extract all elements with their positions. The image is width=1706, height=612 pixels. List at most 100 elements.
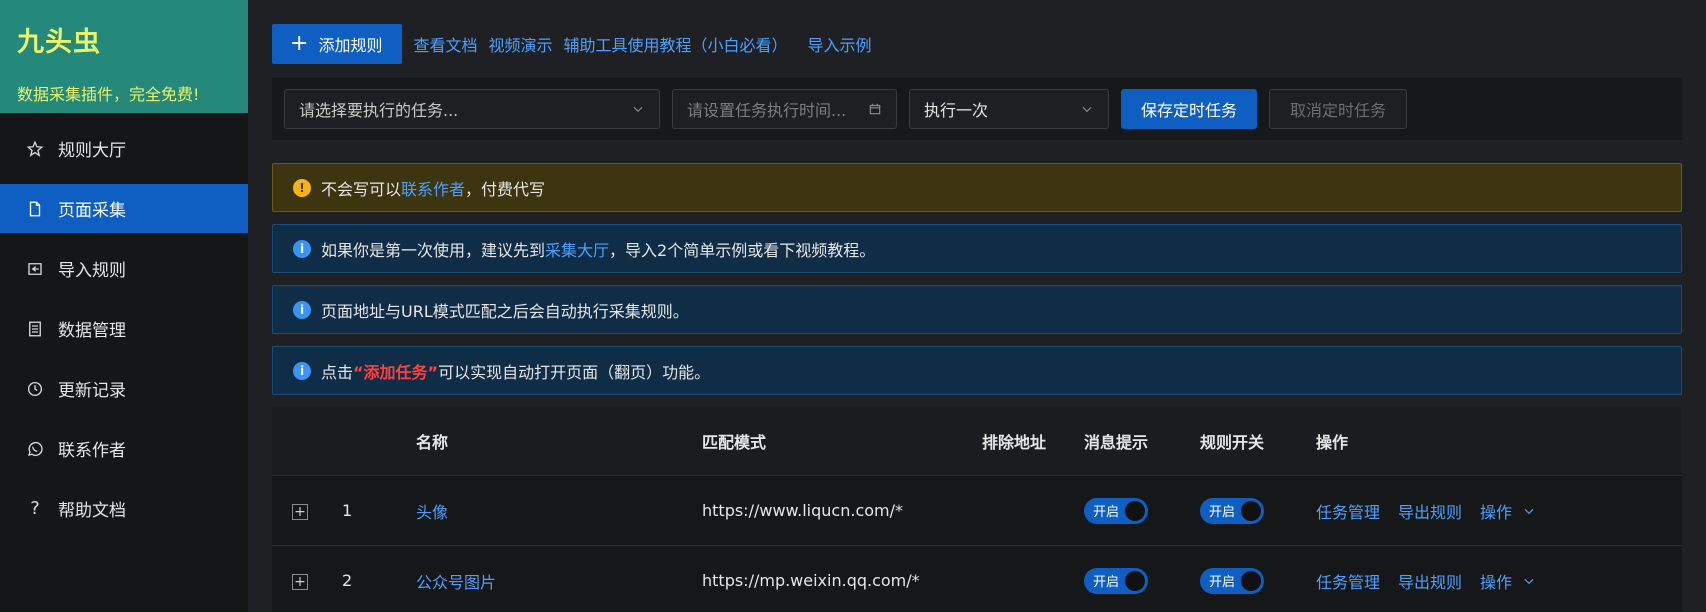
row-index: 2 — [342, 571, 353, 590]
export-rule-link[interactable]: 导出规则 — [1398, 499, 1462, 523]
frequency-value: 执行一次 — [924, 101, 989, 120]
notify-toggle[interactable]: 开启 — [1084, 497, 1148, 524]
frequency-select[interactable]: 执行一次 — [909, 89, 1109, 129]
export-rule-link[interactable]: 导出规则 — [1398, 569, 1462, 593]
alert-text-post: ，导入2个简单示例或看下视频教程。 — [609, 240, 876, 260]
brand-subtitle: 数据采集插件，完全免费! — [17, 85, 200, 104]
rule-name-link[interactable]: 头像 — [416, 503, 448, 522]
warning-alert: ! 不会写可以 联系作者 ，付费代写 — [272, 163, 1682, 212]
table-row: + 2 公众号图片 https://mp.weixin.qq.com/* 开启 … — [272, 546, 1682, 612]
whatsapp-icon — [26, 440, 44, 458]
video-demo-link[interactable]: 视频演示 — [488, 32, 552, 56]
info-icon: i — [293, 361, 311, 380]
import-icon — [26, 260, 44, 278]
alert-text-pre: 如果你是第一次使用，建议先到 — [321, 240, 546, 260]
header-notify: 消息提示 — [1084, 433, 1149, 452]
alert-text-pre: 不会写可以 — [321, 179, 402, 199]
add-rule-label: 添加规则 — [318, 36, 383, 55]
sidebar-item-import-rules[interactable]: 导入规则 — [0, 244, 248, 293]
table-row: + 1 头像 https://www.liqucn.com/* 开启 开启 任务… — [272, 476, 1682, 546]
save-schedule-button[interactable]: 保存定时任务 — [1121, 89, 1258, 129]
time-picker-placeholder: 请设置任务执行时间... — [687, 101, 847, 120]
toggle-label: 开启 — [1209, 575, 1236, 590]
chevron-down-icon — [1524, 578, 1534, 584]
sidebar-item-update-log[interactable]: 更新记录 — [0, 364, 248, 413]
info-icon: i — [293, 239, 311, 258]
info-alert-add-task: i 点击 “添加任务” 可以实现自动打开页面（翻页）功能。 — [272, 346, 1682, 395]
toggle-label: 开启 — [1209, 505, 1236, 520]
header-pattern: 匹配模式 — [702, 433, 767, 452]
sidebar-item-rule-hall[interactable]: 规则大厅 — [0, 124, 248, 173]
toggle-label: 开启 — [1093, 575, 1120, 590]
collect-hall-link[interactable]: 采集大厅 — [545, 237, 609, 261]
more-ops-dropdown[interactable]: 操作 — [1480, 499, 1536, 523]
warning-icon: ! — [293, 178, 311, 197]
schedule-bar: 请选择要执行的任务... 请设置任务执行时间... 执行一次 保存定时任务 取消… — [272, 78, 1682, 140]
sidebar-item-label: 页面采集 — [58, 201, 126, 221]
more-ops-label: 操作 — [1480, 572, 1513, 592]
chevron-down-icon — [1082, 106, 1092, 113]
brand-title: 九头虫 — [17, 27, 101, 58]
contact-author-link[interactable]: 联系作者 — [401, 176, 465, 200]
sidebar-item-label: 更新记录 — [58, 381, 126, 401]
brand-header: 九头虫 数据采集插件，完全免费! — [0, 0, 248, 113]
chevron-down-icon — [633, 106, 643, 113]
sidebar-item-contact-author[interactable]: 联系作者 — [0, 424, 248, 473]
database-icon — [26, 320, 44, 338]
sidebar-item-data-manage[interactable]: 数据管理 — [0, 304, 248, 353]
table-header: 名称 匹配模式 排除地址 消息提示 规则开关 操作 — [272, 407, 1682, 476]
header-exclude: 排除地址 — [982, 433, 1047, 452]
sidebar-item-label: 数据管理 — [58, 321, 126, 341]
more-ops-label: 操作 — [1480, 502, 1513, 522]
row-pattern: https://www.liqucn.com/* — [702, 501, 903, 520]
view-docs-link[interactable]: 查看文档 — [413, 32, 477, 56]
sidebar-item-label: 导入规则 — [58, 261, 126, 281]
chevron-down-icon — [1524, 508, 1534, 514]
notify-toggle[interactable]: 开启 — [1084, 567, 1148, 594]
cancel-schedule-button[interactable]: 取消定时任务 — [1269, 89, 1408, 129]
header-name: 名称 — [416, 433, 449, 452]
document-icon — [26, 200, 44, 218]
toolbar: + 添加规则 查看文档 视频演示 辅助工具使用教程（小白必看） 导入示例 — [272, 24, 1682, 64]
task-manage-link[interactable]: 任务管理 — [1316, 569, 1380, 593]
sidebar-item-label: 联系作者 — [58, 441, 126, 461]
expand-row-button[interactable]: + — [292, 504, 308, 520]
task-select[interactable]: 请选择要执行的任务... — [284, 89, 660, 129]
sidebar-item-help-docs[interactable]: ? 帮助文档 — [0, 484, 248, 533]
sidebar-nav: 规则大厅 页面采集 导入规则 数据管理 更新记录 联系作者 ? 帮助文档 — [0, 124, 248, 533]
expand-row-button[interactable]: + — [292, 574, 308, 590]
add-rule-button[interactable]: + 添加规则 — [272, 24, 403, 64]
import-example-link[interactable]: 导入示例 — [808, 32, 872, 56]
info-alert-first-use: i 如果你是第一次使用，建议先到 采集大厅 ，导入2个简单示例或看下视频教程。 — [272, 224, 1682, 273]
task-manage-link[interactable]: 任务管理 — [1316, 499, 1380, 523]
sidebar: 九头虫 数据采集插件，完全免费! 规则大厅 页面采集 导入规则 数据管理 更新记… — [0, 0, 248, 612]
question-icon: ? — [30, 498, 40, 519]
rule-toggle[interactable]: 开启 — [1200, 567, 1264, 594]
header-ops: 操作 — [1316, 433, 1349, 452]
history-icon — [26, 380, 44, 398]
calendar-icon — [869, 103, 881, 115]
rule-toggle[interactable]: 开启 — [1200, 497, 1264, 524]
sidebar-item-label: 帮助文档 — [58, 501, 126, 521]
rule-name-link[interactable]: 公众号图片 — [416, 573, 496, 592]
time-picker-input[interactable]: 请设置任务执行时间... — [672, 89, 897, 129]
more-ops-dropdown[interactable]: 操作 — [1480, 569, 1536, 593]
alert-text-post: ，付费代写 — [465, 179, 546, 199]
header-rule-switch: 规则开关 — [1200, 433, 1265, 452]
sidebar-item-page-collect[interactable]: 页面采集 — [0, 184, 248, 233]
info-alert-url-match: i 页面地址与URL模式匹配之后会自动执行采集规则。 — [272, 285, 1682, 334]
row-pattern: https://mp.weixin.qq.com/* — [702, 571, 920, 590]
alert-text-post: 可以实现自动打开页面（翻页）功能。 — [438, 362, 711, 382]
row-index: 1 — [342, 501, 353, 520]
rules-table: 名称 匹配模式 排除地址 消息提示 规则开关 操作 + 1 头像 https:/… — [272, 407, 1682, 612]
alert-text-pre: 点击 — [321, 362, 354, 382]
app: 九头虫 数据采集插件，完全免费! 规则大厅 页面采集 导入规则 数据管理 更新记… — [0, 0, 1706, 612]
toggle-label: 开启 — [1093, 505, 1120, 520]
plus-icon: + — [290, 31, 309, 56]
main-content: + 添加规则 查看文档 视频演示 辅助工具使用教程（小白必看） 导入示例 请选择… — [248, 0, 1706, 612]
sidebar-item-label: 规则大厅 — [58, 141, 126, 161]
task-select-placeholder: 请选择要执行的任务... — [299, 101, 459, 120]
info-icon: i — [293, 300, 311, 319]
tool-tutorial-link[interactable]: 辅助工具使用教程（小白必看） — [563, 32, 787, 56]
star-icon — [26, 140, 44, 158]
